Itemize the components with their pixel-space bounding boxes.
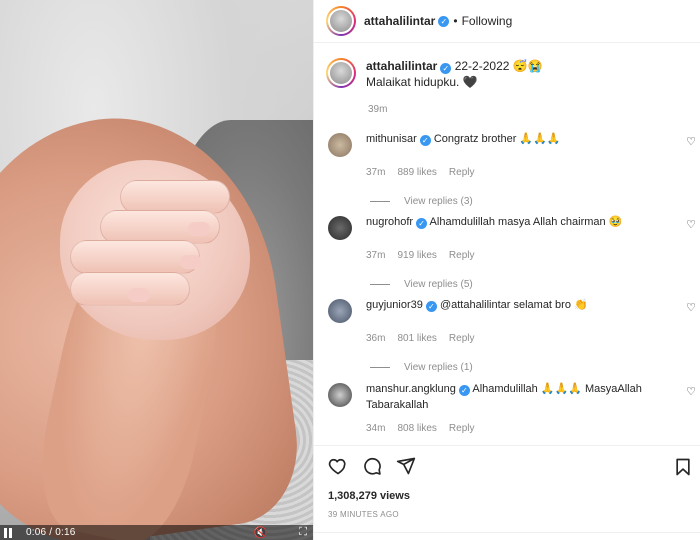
caption-username[interactable]: attahalilintar (366, 59, 437, 73)
video-controls: 0:06 / 0:16 🔇 ⛶ (0, 525, 313, 540)
verified-badge-icon: ✓ (440, 63, 452, 74)
comment-age: 37m (366, 250, 386, 261)
comment-likes[interactable]: 808 likes (397, 423, 436, 434)
comment-like-icon[interactable]: ♡ (686, 135, 696, 148)
following-button[interactable]: Following (462, 14, 513, 28)
add-comment-area[interactable] (314, 532, 700, 540)
caption: attahalilintar ✓ 22-2-2022 😴😭 Malaikat hi… (326, 58, 686, 115)
comment: mithunisar ✓ Congratz brother 🙏🙏🙏 ♡ 37m 8… (328, 131, 700, 207)
comment-like-icon[interactable]: ♡ (686, 218, 696, 231)
verified-badge-icon: ✓ (438, 15, 450, 27)
comment-like-icon[interactable]: ♡ (686, 385, 696, 398)
comment-likes[interactable]: 919 likes (397, 250, 436, 261)
reply-button[interactable]: Reply (449, 167, 475, 178)
video-time: 0:06 / 0:16 (26, 527, 76, 538)
comment-icon[interactable] (362, 456, 382, 476)
verified-badge-icon: ✓ (419, 135, 431, 146)
post-header: attahalilintar ✓ • Following (314, 0, 700, 43)
reply-button[interactable]: Reply (449, 333, 475, 344)
post-timestamp: 39 MINUTES AGO (328, 510, 399, 519)
comment-age: 37m (366, 167, 386, 178)
comment-username[interactable]: nugrohofr (366, 216, 413, 228)
volume-muted-icon[interactable]: 🔇 (254, 526, 268, 539)
bookmark-icon[interactable] (673, 457, 693, 477)
comment-text: Congratz brother 🙏🙏🙏 (433, 133, 561, 145)
caption-text: Malaikat hidupku. 🖤 (366, 75, 478, 89)
reply-button[interactable]: Reply (449, 250, 475, 261)
comment-avatar[interactable] (328, 216, 352, 240)
comment-username[interactable]: guyjunior39 (366, 299, 423, 311)
caption-age: 39m (368, 104, 388, 115)
comment-avatar[interactable] (328, 383, 352, 407)
comment-like-icon[interactable]: ♡ (686, 301, 696, 314)
pause-icon[interactable] (4, 527, 14, 538)
comment-likes[interactable]: 801 likes (397, 333, 436, 344)
caption-date: 22-2-2022 (454, 59, 510, 73)
post-video[interactable]: 0:06 / 0:16 🔇 ⛶ (0, 0, 313, 540)
heart-icon[interactable] (328, 456, 348, 476)
verified-badge-icon: ✓ (458, 385, 470, 396)
share-icon[interactable] (396, 456, 416, 476)
avatar[interactable] (326, 6, 356, 36)
separator: • (453, 14, 458, 28)
comment: guyjunior39 ✓ @attahalilintar selamat bro… (328, 297, 700, 373)
verified-badge-icon: ✓ (416, 218, 428, 229)
video-baby-hand (60, 160, 250, 340)
view-replies-button[interactable]: View replies (5) (370, 279, 700, 290)
comment-avatar[interactable] (328, 299, 352, 323)
fullscreen-icon[interactable]: ⛶ (299, 526, 307, 539)
comment-avatar[interactable] (328, 133, 352, 157)
post-footer: 1,308,279 views 39 MINUTES AGO (314, 445, 700, 540)
comment-username[interactable]: mithunisar (366, 133, 417, 145)
comment-age: 34m (366, 423, 386, 434)
comment-text: Alhamdulillah masya Allah chairman 🥹 (429, 216, 623, 228)
post-panel: attahalilintar ✓ • Following attahalilin… (313, 0, 700, 540)
comment-likes[interactable]: 889 likes (397, 167, 436, 178)
view-replies-button[interactable]: View replies (3) (370, 196, 700, 207)
verified-badge-icon: ✓ (425, 301, 437, 312)
caption-emoji: 😴😭 (512, 59, 543, 73)
comment-text: @attahalilintar selamat bro 👏 (439, 299, 588, 311)
view-count[interactable]: 1,308,279 views (328, 490, 410, 502)
comment: manshur.angklung ✓ Alhamdulillah 🙏🙏🙏 Masy… (328, 381, 700, 434)
comment-age: 36m (366, 333, 386, 344)
reply-button[interactable]: Reply (449, 423, 475, 434)
header-username[interactable]: attahalilintar (364, 14, 435, 28)
view-replies-button[interactable]: View replies (1) (370, 362, 700, 373)
comment-username[interactable]: manshur.angklung (366, 383, 456, 395)
caption-avatar[interactable] (326, 58, 356, 88)
comment: nugrohofr ✓ Alhamdulillah masya Allah cha… (328, 214, 700, 290)
